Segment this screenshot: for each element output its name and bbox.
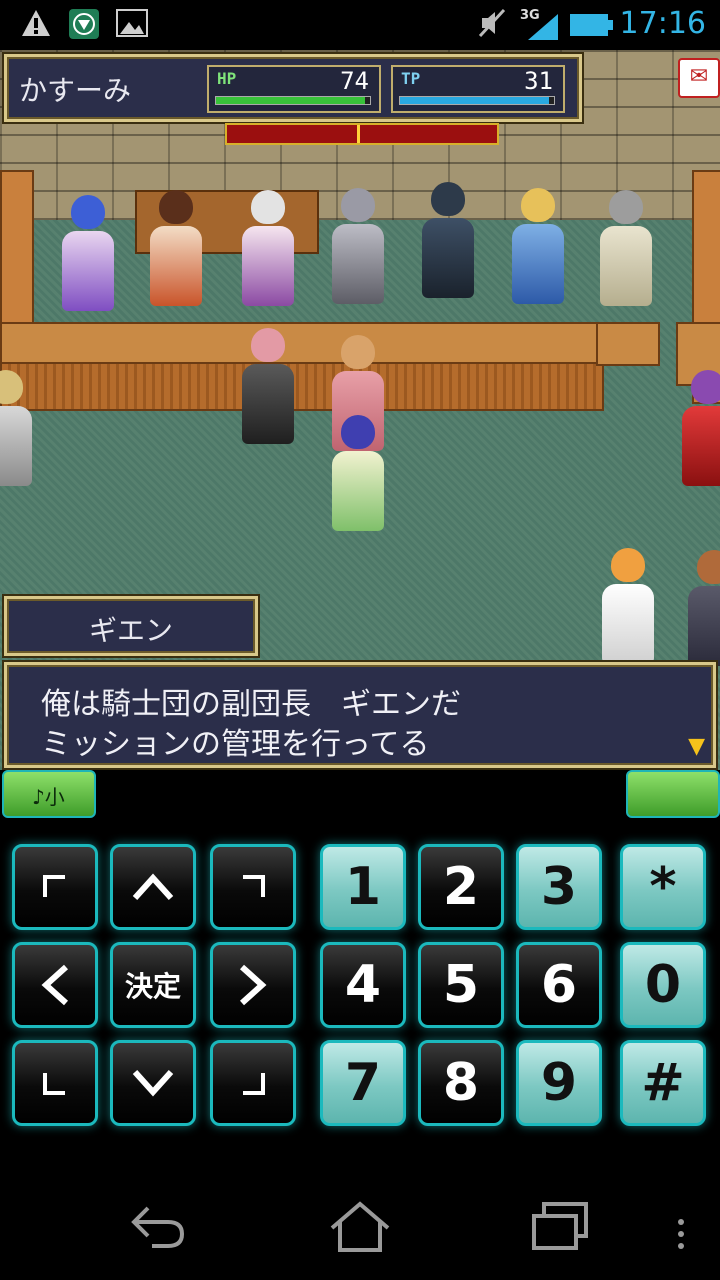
home-icon[interactable] [328, 1200, 392, 1254]
npc-grey-haired-woman[interactable] [598, 190, 654, 306]
dialog-box[interactable]: 俺は騎士団の副団長 ギエンだ ミッションの管理を行ってる ▼ [4, 662, 716, 768]
chevron-right-icon [239, 964, 267, 1006]
dpad-down-left-button[interactable] [12, 1040, 98, 1126]
key-1[interactable]: 1 [320, 844, 406, 930]
chevron-down-icon [132, 1069, 174, 1097]
signal-icon [528, 14, 558, 40]
time-gauge-marker [357, 125, 360, 143]
dpad-up-button[interactable] [110, 844, 196, 930]
virtual-controller: ♪小 決定 1 2 3 * 4 5 6 0 7 8 9 # [0, 770, 720, 1160]
key-9[interactable]: 9 [516, 1040, 602, 1126]
key-hash[interactable]: # [620, 1040, 706, 1126]
mail-icon[interactable]: ✉ [678, 58, 720, 98]
clock: 17:16 [619, 6, 706, 41]
key-0[interactable]: 0 [620, 942, 706, 1028]
counter-top [0, 322, 604, 364]
key-5[interactable]: 5 [418, 942, 504, 1028]
dpad-up-right-button[interactable] [210, 844, 296, 930]
sound-volume-button[interactable]: ♪小 [2, 770, 96, 818]
key-8[interactable]: 8 [418, 1040, 504, 1126]
shield-app-icon [69, 9, 99, 39]
hp-value: 74 [340, 67, 369, 95]
tp-bar-fill [400, 97, 550, 104]
key-2[interactable]: 2 [418, 844, 504, 930]
npc-blue-hair-girl[interactable] [60, 195, 116, 311]
tp-bar [399, 96, 555, 105]
dpad-down-button[interactable] [110, 1040, 196, 1126]
dpad-right-button[interactable] [210, 942, 296, 1028]
right-soft-button[interactable] [626, 770, 720, 818]
tp-gauge: TP 31 [391, 65, 565, 113]
npc-white-dress[interactable] [600, 548, 656, 664]
npc-maid[interactable] [148, 190, 204, 306]
dpad-up-left-button[interactable] [12, 844, 98, 930]
key-3[interactable]: 3 [516, 844, 602, 930]
key-4[interactable]: 4 [320, 942, 406, 1028]
next-arrow-icon: ▼ [688, 734, 705, 759]
npc-blond-knight[interactable] [510, 188, 566, 304]
tp-label: TP [401, 69, 421, 88]
corner-up-left-icon [43, 875, 65, 897]
game-viewport[interactable]: かすーみ HP 74 TP 31 ✉ ギエン 俺は騎士団の副団長 ギエンだ ミッ… [0, 50, 720, 770]
player-name: かすーみ [19, 74, 132, 107]
counter-front [0, 362, 604, 411]
mute-icon [478, 8, 506, 38]
npc-dark-mage[interactable] [420, 182, 476, 298]
player-status-panel: かすーみ HP 74 TP 31 [4, 54, 582, 122]
corner-up-right-icon [243, 875, 265, 897]
confirm-button[interactable]: 決定 [110, 942, 196, 1028]
npc-dark-armor[interactable] [686, 550, 720, 666]
corner-down-right-icon [243, 1073, 265, 1095]
corner-down-left-icon [43, 1073, 65, 1095]
npc-reaper[interactable] [240, 328, 296, 444]
menu-icon[interactable] [676, 1218, 686, 1252]
key-6[interactable]: 6 [516, 942, 602, 1028]
hp-gauge: HP 74 [207, 65, 381, 113]
status-bar: 3G 17:16 [0, 0, 720, 50]
npc-armored-knight[interactable] [330, 188, 386, 304]
back-icon[interactable] [128, 1200, 188, 1250]
hp-bar-fill [216, 97, 366, 104]
dialog-line-2: ミッションの管理を行ってる [41, 727, 430, 762]
image-icon [116, 9, 148, 37]
hp-bar [215, 96, 371, 105]
key-star[interactable]: * [620, 844, 706, 930]
dpad-down-right-button[interactable] [210, 1040, 296, 1126]
navigation-bar [0, 1160, 720, 1280]
dialog-line-1: 俺は騎士団の副団長 ギエンだ [41, 687, 461, 722]
chevron-up-icon [132, 873, 174, 901]
sound-volume-label: ♪小 [32, 785, 65, 809]
speaker-name: ギエン [88, 614, 173, 647]
npc-cat-girl[interactable] [240, 190, 296, 306]
battery-icon [570, 14, 613, 36]
key-7[interactable]: 7 [320, 1040, 406, 1126]
speaker-name-box: ギエン [4, 596, 258, 656]
dpad-left-button[interactable] [12, 942, 98, 1028]
hp-label: HP [217, 69, 237, 88]
counter-end [596, 322, 660, 366]
tp-value: 31 [524, 67, 553, 95]
recent-apps-icon[interactable] [530, 1200, 590, 1252]
chevron-left-icon [41, 964, 69, 1006]
player-character[interactable] [330, 415, 386, 531]
time-gauge [225, 123, 499, 145]
npc-red-dress[interactable] [680, 370, 720, 486]
npc-left-edge[interactable] [0, 370, 34, 486]
confirm-label: 決定 [124, 970, 181, 1003]
warning-icon [22, 10, 50, 36]
